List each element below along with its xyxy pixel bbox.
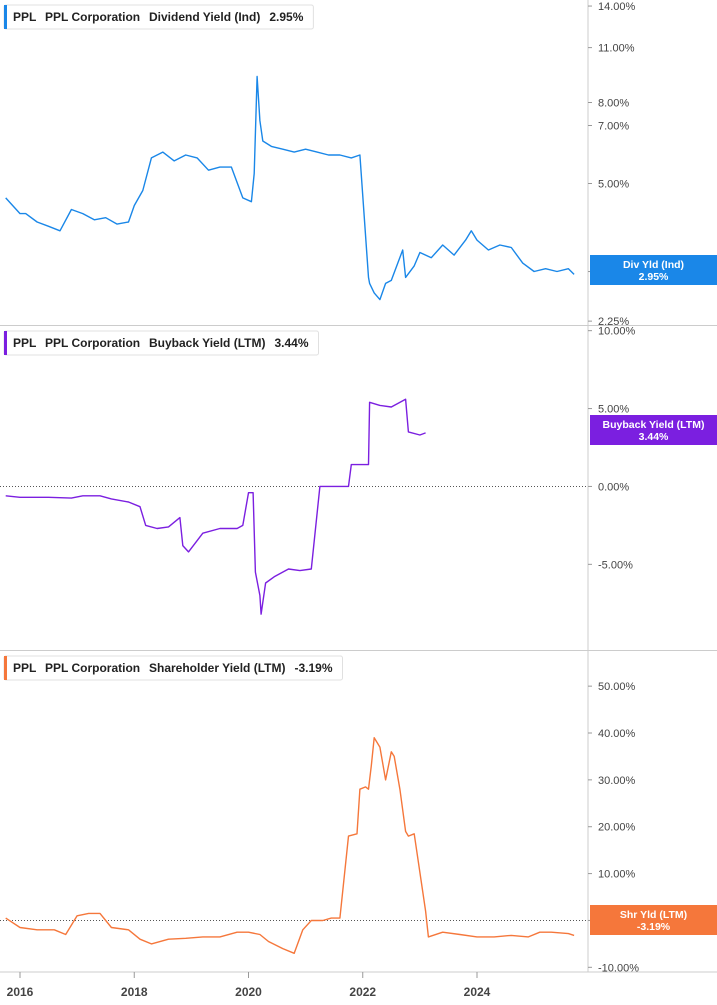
legend-color-bar xyxy=(4,5,7,29)
legend-ticker: PPL xyxy=(13,10,36,24)
y-tick-label: 10.00% xyxy=(598,326,636,338)
y-tick-label: -10.00% xyxy=(598,962,639,974)
panel-2: 10.00% 5.00% 0.00% -5.00% PPL PPL Corporation… xyxy=(0,326,717,651)
chart-canvas: 14.00%11.00%8.00%7.00%5.00%3.00%2.25%PPL… xyxy=(0,0,717,999)
legend-company: PPL Corporation xyxy=(45,336,140,350)
y-tick-label: 7.00% xyxy=(598,121,629,133)
legend-value: 3.44% xyxy=(274,336,308,350)
legend-metric: Shareholder Yield (LTM) xyxy=(149,661,285,675)
value-tag: Div Yld (Ind)2.95% xyxy=(590,255,717,285)
y-tick-label: 8.00% xyxy=(598,97,629,109)
legend-metric: Buyback Yield (LTM) xyxy=(149,336,265,350)
series-line xyxy=(5,75,575,301)
legend-value: -3.19% xyxy=(294,661,332,675)
panel-3: 50.00%40.00%30.00%20.00%10.00%0.00%-10.0… xyxy=(0,655,717,974)
x-tick-label: 2020 xyxy=(235,985,262,999)
panel-1: 14.00%11.00%8.00%7.00%5.00%3.00%2.25%PPL… xyxy=(0,1,717,328)
legend-company: PPL Corporation xyxy=(45,661,140,675)
value-tag: Shr Yld (LTM)-3.19% xyxy=(590,905,717,935)
series-line xyxy=(5,398,426,615)
value-tag-value: 3.44% xyxy=(639,431,669,443)
y-tick-label: -5.00% xyxy=(598,559,633,571)
y-tick-label: 0.00% xyxy=(598,481,629,493)
y-tick-label: 40.00% xyxy=(598,728,636,740)
legend-color-bar xyxy=(4,656,7,680)
legend-color-bar xyxy=(4,331,7,355)
legend-metric: Dividend Yield (Ind) xyxy=(149,10,260,24)
value-tag: Buyback Yield (LTM)3.44% xyxy=(590,415,717,445)
series-line xyxy=(5,737,575,954)
value-tag-label: Div Yld (Ind) xyxy=(623,259,684,271)
y-tick-label: 20.00% xyxy=(598,822,636,834)
legend-value: 2.95% xyxy=(269,10,303,24)
y-tick-label: 5.00% xyxy=(598,404,629,416)
y-tick-label: 11.00% xyxy=(598,43,635,55)
value-tag-label: Buyback Yield (LTM) xyxy=(603,419,705,431)
legend-company: PPL Corporation xyxy=(45,10,140,24)
y-tick-label: 30.00% xyxy=(598,775,636,787)
x-tick-label: 2022 xyxy=(349,985,376,999)
value-tag-value: -3.19% xyxy=(637,921,671,933)
y-tick-label: 14.00% xyxy=(598,1,636,13)
legend-ticker: PPL xyxy=(13,661,36,675)
x-tick-label: 2024 xyxy=(464,985,491,999)
y-tick-label: 50.00% xyxy=(598,681,636,693)
x-tick-label: 2018 xyxy=(121,985,148,999)
legend: PPL PPL Corporation Shareholder Yield (LTM… xyxy=(3,655,343,681)
legend: PPL PPL Corporation Buyback Yield (LTM) 3.4… xyxy=(3,330,319,356)
y-tick-label: 5.00% xyxy=(598,179,629,191)
y-tick-label: 10.00% xyxy=(598,869,636,881)
legend-ticker: PPL xyxy=(13,336,36,350)
value-tag-label: Shr Yld (LTM) xyxy=(620,909,687,921)
x-tick-label: 2016 xyxy=(7,985,34,999)
legend: PPL PPL Corporation Dividend Yield (Ind) 2.… xyxy=(3,4,314,30)
value-tag-value: 2.95% xyxy=(639,271,669,283)
